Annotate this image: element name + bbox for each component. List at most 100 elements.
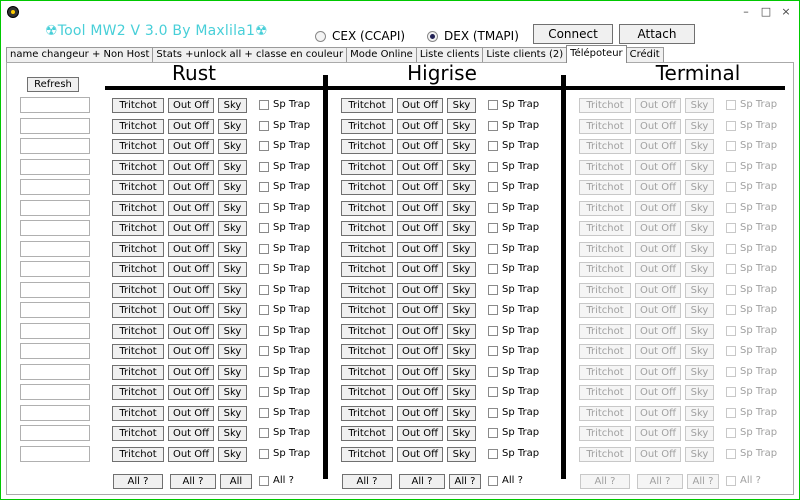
sky-button[interactable]: Sky [685,139,714,154]
checkbox-icon[interactable] [259,366,269,377]
sp-trap-checkbox[interactable]: Sp Trap [488,161,539,172]
sp-trap-checkbox[interactable]: Sp Trap [488,304,539,315]
checkbox-icon[interactable] [488,284,498,295]
tritchot-button[interactable]: Tritchot [579,262,631,277]
checkbox-icon[interactable] [726,475,736,486]
out-off-button[interactable]: Out Off [397,221,443,236]
out-off-button[interactable]: Out Off [397,344,443,359]
sky-button[interactable]: Sky [218,139,247,154]
tritchot-button[interactable]: Tritchot [341,160,393,175]
checkbox-icon[interactable] [488,202,498,213]
out-off-button[interactable]: Out Off [635,365,681,380]
client-id-field[interactable] [20,261,90,277]
tritchot-button[interactable]: Tritchot [579,385,631,400]
tritchot-button[interactable]: Tritchot [341,344,393,359]
checkbox-icon[interactable] [726,325,736,336]
sky-button[interactable]: Sky [447,201,476,216]
sp-trap-checkbox[interactable]: Sp Trap [488,284,539,295]
out-off-button[interactable]: Out Off [635,160,681,175]
checkbox-icon[interactable] [726,181,736,192]
sky-button[interactable]: Sky [685,344,714,359]
tritchot-button[interactable]: Tritchot [112,180,164,195]
checkbox-icon[interactable] [259,345,269,356]
sky-button[interactable]: Sky [447,242,476,257]
checkbox-icon[interactable] [488,243,498,254]
sky-button[interactable]: Sky [218,344,247,359]
close-button[interactable]: × [779,5,793,18]
checkbox-icon[interactable] [726,99,736,110]
out-off-button[interactable]: Out Off [168,139,214,154]
out-off-button[interactable]: Out Off [168,221,214,236]
sp-trap-checkbox[interactable]: Sp Trap [488,181,539,192]
tritchot-button[interactable]: Tritchot [341,426,393,441]
sp-trap-checkbox[interactable]: Sp Trap [726,222,777,233]
checkbox-icon[interactable] [259,161,269,172]
checkbox-icon[interactable] [259,222,269,233]
sp-trap-checkbox[interactable]: Sp Trap [726,427,777,438]
sky-button[interactable]: Sky [218,242,247,257]
checkbox-icon[interactable] [259,475,269,486]
out-off-button[interactable]: Out Off [168,324,214,339]
all-out-off-button[interactable]: All ? [170,474,216,489]
sky-button[interactable]: Sky [218,385,247,400]
tritchot-button[interactable]: Tritchot [579,201,631,216]
out-off-button[interactable]: Out Off [397,324,443,339]
sky-button[interactable]: Sky [685,283,714,298]
out-off-button[interactable]: Out Off [397,139,443,154]
out-off-button[interactable]: Out Off [168,242,214,257]
tritchot-button[interactable]: Tritchot [341,180,393,195]
sp-trap-checkbox[interactable]: Sp Trap [726,120,777,131]
sp-trap-checkbox[interactable]: Sp Trap [488,263,539,274]
sp-trap-checkbox[interactable]: Sp Trap [259,222,310,233]
sky-button[interactable]: Sky [685,242,714,257]
sky-button[interactable]: Sky [447,160,476,175]
checkbox-icon[interactable] [488,325,498,336]
sky-button[interactable]: Sky [218,303,247,318]
sky-button[interactable]: Sky [685,119,714,134]
tritchot-button[interactable]: Tritchot [579,242,631,257]
sp-trap-checkbox[interactable]: Sp Trap [488,325,539,336]
sp-trap-checkbox[interactable]: Sp Trap [726,407,777,418]
tritchot-button[interactable]: Tritchot [112,98,164,113]
checkbox-icon[interactable] [488,407,498,418]
sky-button[interactable]: Sky [218,262,247,277]
sp-trap-checkbox[interactable]: Sp Trap [726,386,777,397]
refresh-button[interactable]: Refresh [27,77,79,92]
sky-button[interactable]: Sky [685,447,714,462]
sky-button[interactable]: Sky [685,221,714,236]
checkbox-icon[interactable] [726,366,736,377]
sky-button[interactable]: Sky [218,98,247,113]
out-off-button[interactable]: Out Off [168,406,214,421]
checkbox-icon[interactable] [259,202,269,213]
tritchot-button[interactable]: Tritchot [579,406,631,421]
tritchot-button[interactable]: Tritchot [341,385,393,400]
sp-trap-checkbox[interactable]: Sp Trap [488,345,539,356]
tritchot-button[interactable]: Tritchot [112,160,164,175]
sp-trap-checkbox[interactable]: Sp Trap [259,448,310,459]
out-off-button[interactable]: Out Off [168,426,214,441]
sky-button[interactable]: Sky [218,406,247,421]
sky-button[interactable]: Sky [218,221,247,236]
checkbox-icon[interactable] [259,304,269,315]
out-off-button[interactable]: Out Off [635,283,681,298]
checkbox-icon[interactable] [488,427,498,438]
out-off-button[interactable]: Out Off [397,119,443,134]
tritchot-button[interactable]: Tritchot [112,365,164,380]
tritchot-button[interactable]: Tritchot [579,98,631,113]
sp-trap-checkbox[interactable]: Sp Trap [726,263,777,274]
sp-trap-checkbox[interactable]: Sp Trap [259,284,310,295]
tritchot-button[interactable]: Tritchot [579,180,631,195]
out-off-button[interactable]: Out Off [635,385,681,400]
sky-button[interactable]: Sky [447,406,476,421]
sky-button[interactable]: Sky [447,365,476,380]
attach-button[interactable]: Attach [619,24,695,44]
out-off-button[interactable]: Out Off [635,262,681,277]
tritchot-button[interactable]: Tritchot [112,447,164,462]
client-id-field[interactable] [20,200,90,216]
sky-button[interactable]: Sky [447,385,476,400]
sp-trap-checkbox[interactable]: Sp Trap [259,407,310,418]
checkbox-icon[interactable] [488,222,498,233]
all-sp-trap-checkbox[interactable]: All ? [726,475,761,486]
tritchot-button[interactable]: Tritchot [112,426,164,441]
checkbox-icon[interactable] [259,448,269,459]
